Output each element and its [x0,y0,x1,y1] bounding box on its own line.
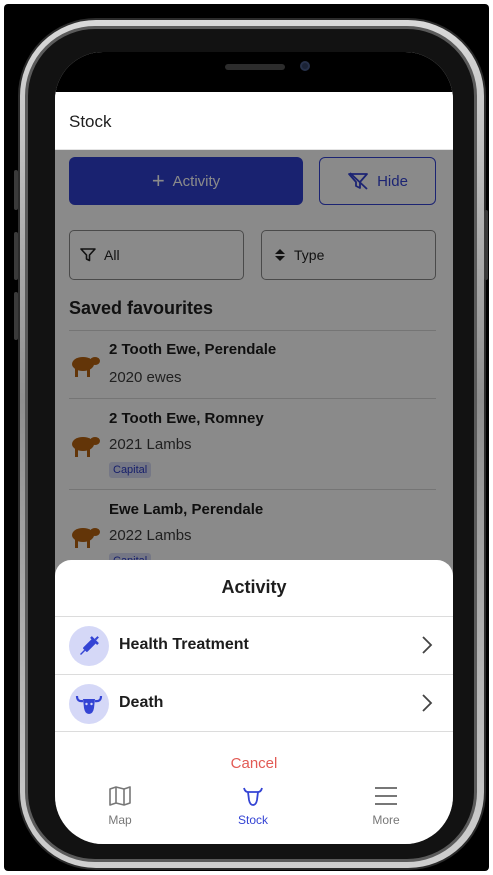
status-area [55,52,453,92]
sheet-title: Activity [221,577,287,597]
activity-bottom-sheet: Activity Health Treatment Death Cancel M… [55,560,453,844]
tab-more[interactable]: More [336,786,436,827]
death-label: Death [119,694,164,711]
tab-map-label: Map [108,813,132,827]
health-treatment-option[interactable]: Health Treatment [55,616,453,674]
power-button [484,210,488,280]
notch [135,52,373,90]
tab-more-label: More [372,813,400,827]
chevron-right-icon [422,694,433,712]
front-camera [300,61,310,71]
volume-up-button [14,232,18,280]
menu-icon [375,787,397,805]
bottom-tab-bar: Map Stock More [55,786,453,844]
volume-down-button [14,292,18,340]
health-treatment-label: Health Treatment [119,636,249,653]
tab-map[interactable]: Map [70,786,170,827]
cow-head-icon [69,684,109,724]
death-option[interactable]: Death [55,674,453,732]
tab-stock-label: Stock [237,813,268,827]
cancel-button[interactable]: Cancel [55,755,453,772]
speaker [225,64,285,70]
page-title: Stock [69,112,112,131]
chevron-right-icon [422,636,433,654]
app-bar: Stock [55,92,453,150]
side-button [14,170,18,210]
cow-outline-icon [243,787,263,806]
syringe-icon [69,626,109,666]
tab-stock[interactable]: Stock [203,786,303,827]
map-icon [109,786,131,806]
phone-screen: Stock + Activity Hide All Type Saved fav… [55,52,453,844]
